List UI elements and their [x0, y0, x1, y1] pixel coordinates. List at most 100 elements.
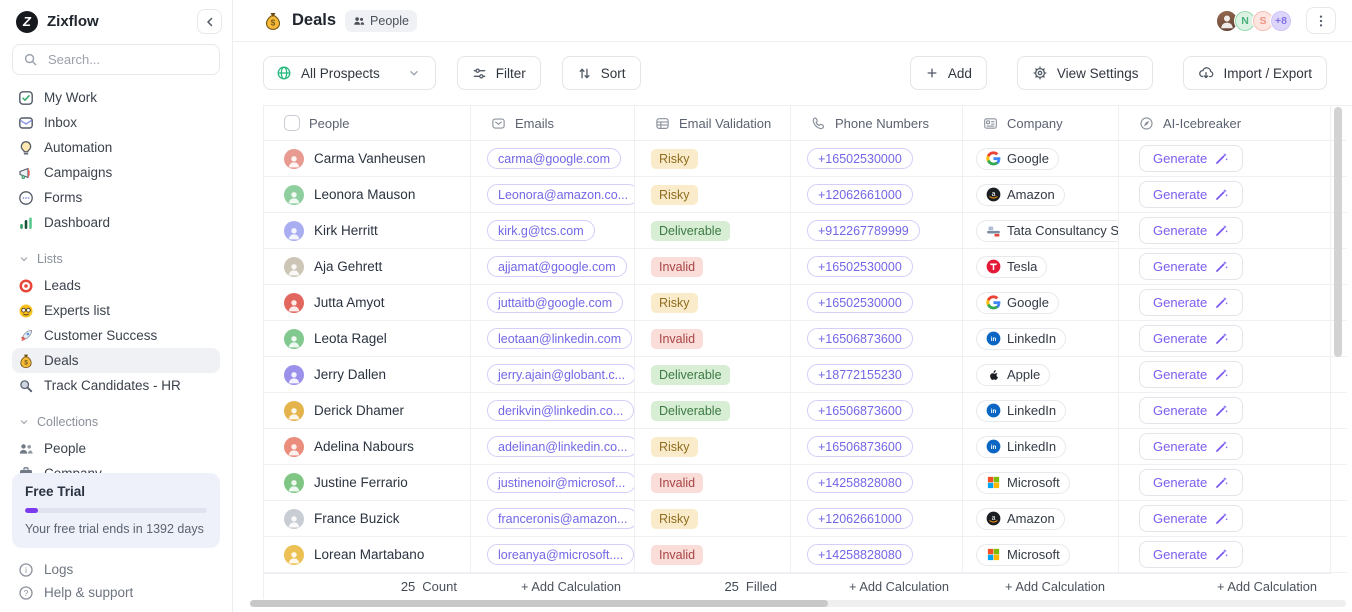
horizontal-scrollbar[interactable]: [250, 600, 1346, 607]
person-cell[interactable]: Jutta Amyot: [264, 285, 471, 321]
email-cell[interactable]: loreanya@microsoft....: [471, 537, 635, 573]
email-cell[interactable]: franceronis@amazon...: [471, 501, 635, 537]
table-row[interactable]: Leota Ragel leotaan@linkedin.com Invalid…: [264, 321, 1352, 357]
footer-summary-people[interactable]: 25Count: [264, 573, 471, 599]
company-cell[interactable]: Microsoft: [963, 537, 1119, 573]
table-row[interactable]: Leonora Mauson Leonora@amazon.co... Risk…: [264, 177, 1352, 213]
email-cell[interactable]: justinenoir@microsof...: [471, 465, 635, 501]
person-cell[interactable]: France Buzick: [264, 501, 471, 537]
phone-cell[interactable]: +18772155230: [791, 357, 963, 393]
generate-button[interactable]: Generate: [1139, 361, 1243, 388]
phone-cell[interactable]: +16502530000: [791, 141, 963, 177]
table-row[interactable]: France Buzick franceronis@amazon... Risk…: [264, 501, 1352, 537]
horizontal-scrollbar-thumb[interactable]: [250, 600, 828, 607]
generate-button[interactable]: Generate: [1139, 289, 1243, 316]
sidebar-item-deals[interactable]: $Deals: [12, 348, 220, 373]
table-row[interactable]: Justine Ferrario justinenoir@microsof...…: [264, 465, 1352, 501]
person-cell[interactable]: Justine Ferrario: [264, 465, 471, 501]
email-validation-cell[interactable]: Risky: [635, 285, 791, 321]
import-export-button[interactable]: Import / Export: [1183, 56, 1327, 90]
email-cell[interactable]: Leonora@amazon.co...: [471, 177, 635, 213]
column-header-people[interactable]: People: [264, 106, 471, 141]
email-validation-cell[interactable]: Invalid: [635, 249, 791, 285]
phone-cell[interactable]: +12062661000: [791, 177, 963, 213]
section-header-lists[interactable]: Lists: [12, 249, 220, 269]
phone-pill[interactable]: +912267789999: [807, 220, 920, 241]
generate-button[interactable]: Generate: [1139, 145, 1243, 172]
table-row[interactable]: Carma Vanheusen carma@google.com Risky +…: [264, 141, 1352, 177]
company-pill[interactable]: Google: [976, 292, 1059, 314]
email-validation-cell[interactable]: Invalid: [635, 537, 791, 573]
company-pill[interactable]: aAmazon: [976, 508, 1065, 530]
footer-summary-validation[interactable]: 25Filled: [635, 573, 791, 599]
email-validation-cell[interactable]: Deliverable: [635, 213, 791, 249]
person-cell[interactable]: Leota Ragel: [264, 321, 471, 357]
table-row[interactable]: Aja Gehrett ajjamat@google.com Invalid +…: [264, 249, 1352, 285]
company-pill[interactable]: Tata Consultancy Services: [976, 220, 1119, 242]
column-header-validation[interactable]: Email Validation: [635, 106, 791, 141]
company-pill[interactable]: Apple: [976, 364, 1050, 386]
sidebar-item-logs[interactable]: iLogs: [12, 558, 220, 581]
phone-cell[interactable]: +14258828080: [791, 537, 963, 573]
email-validation-cell[interactable]: Deliverable: [635, 393, 791, 429]
person-cell[interactable]: Derick Dhamer: [264, 393, 471, 429]
phone-pill[interactable]: +16506873600: [807, 436, 913, 457]
generate-button[interactable]: Generate: [1139, 541, 1243, 568]
email-validation-cell[interactable]: Risky: [635, 177, 791, 213]
company-cell[interactable]: Google: [963, 285, 1119, 321]
email-pill[interactable]: jerry.ajain@globant.c...: [487, 364, 635, 385]
search-box[interactable]: [12, 44, 220, 75]
email-validation-cell[interactable]: Deliverable: [635, 357, 791, 393]
table-row[interactable]: Adelina Nabours adelinan@linkedin.co... …: [264, 429, 1352, 465]
sidebar-item-forms[interactable]: Forms: [12, 185, 220, 210]
view-settings-button[interactable]: View Settings: [1017, 56, 1154, 90]
email-pill[interactable]: derikvin@linkedin.co...: [487, 400, 634, 421]
email-validation-cell[interactable]: Risky: [635, 141, 791, 177]
company-cell[interactable]: inLinkedIn: [963, 321, 1119, 357]
sidebar-item-campaigns[interactable]: Campaigns: [12, 160, 220, 185]
phone-pill[interactable]: +14258828080: [807, 544, 913, 565]
footer-add-calculation-phones[interactable]: + Add Calculation: [791, 573, 963, 599]
email-cell[interactable]: jerry.ajain@globant.c...: [471, 357, 635, 393]
footer-add-calculation-emails[interactable]: + Add Calculation: [471, 573, 635, 599]
company-cell[interactable]: Apple: [963, 357, 1119, 393]
company-cell[interactable]: Tesla: [963, 249, 1119, 285]
phone-cell[interactable]: +14258828080: [791, 465, 963, 501]
company-pill[interactable]: Microsoft: [976, 544, 1070, 566]
generate-button[interactable]: Generate: [1139, 397, 1243, 424]
generate-button[interactable]: Generate: [1139, 217, 1243, 244]
company-pill[interactable]: Microsoft: [976, 472, 1070, 494]
company-cell[interactable]: Microsoft: [963, 465, 1119, 501]
generate-button[interactable]: Generate: [1139, 469, 1243, 496]
generate-button[interactable]: Generate: [1139, 181, 1243, 208]
person-cell[interactable]: Adelina Nabours: [264, 429, 471, 465]
email-validation-cell[interactable]: Invalid: [635, 321, 791, 357]
person-cell[interactable]: Jerry Dallen: [264, 357, 471, 393]
footer-add-calculation-company[interactable]: + Add Calculation: [963, 573, 1119, 599]
phone-pill[interactable]: +12062661000: [807, 184, 913, 205]
person-cell[interactable]: Carma Vanheusen: [264, 141, 471, 177]
column-header-icebreaker[interactable]: AI-Icebreaker: [1119, 106, 1331, 141]
view-selector-button[interactable]: All Prospects: [263, 56, 436, 90]
sidebar-item-leads[interactable]: Leads: [12, 273, 220, 298]
sidebar-item-dashboard[interactable]: Dashboard: [12, 210, 220, 235]
email-cell[interactable]: derikvin@linkedin.co...: [471, 393, 635, 429]
sidebar-item-people[interactable]: People: [12, 436, 220, 461]
phone-cell[interactable]: +16502530000: [791, 249, 963, 285]
email-cell[interactable]: adelinan@linkedin.co...: [471, 429, 635, 465]
company-cell[interactable]: Tata Consultancy Services: [963, 213, 1119, 249]
phone-pill[interactable]: +16502530000: [807, 256, 913, 277]
email-validation-cell[interactable]: Risky: [635, 501, 791, 537]
phone-cell[interactable]: +16506873600: [791, 429, 963, 465]
filter-button[interactable]: Filter: [457, 56, 541, 90]
sidebar-item-inbox[interactable]: Inbox: [12, 110, 220, 135]
sidebar-item-track-candidates-hr[interactable]: Track Candidates - HR: [12, 373, 220, 398]
email-pill[interactable]: juttaitb@google.com: [487, 292, 623, 313]
generate-button[interactable]: Generate: [1139, 505, 1243, 532]
phone-pill[interactable]: +12062661000: [807, 508, 913, 529]
email-validation-cell[interactable]: Risky: [635, 429, 791, 465]
company-pill[interactable]: Google: [976, 148, 1059, 170]
company-cell[interactable]: aAmazon: [963, 177, 1119, 213]
person-cell[interactable]: Lorean Martabano: [264, 537, 471, 573]
email-cell[interactable]: juttaitb@google.com: [471, 285, 635, 321]
